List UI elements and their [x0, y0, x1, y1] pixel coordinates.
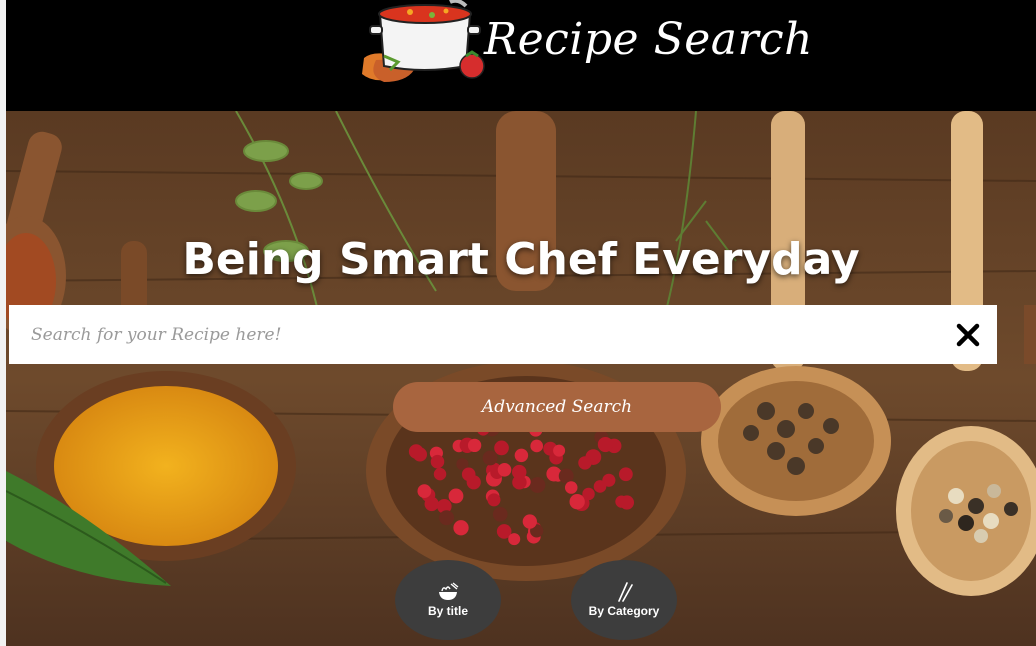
search-bar [9, 305, 997, 364]
site-header: Recipe Search [6, 0, 1036, 111]
spices-background-image [6, 111, 1036, 646]
browse-by-title-label: By title [427, 604, 468, 618]
site-title[interactable]: Recipe Search [484, 14, 813, 65]
hero-banner: Being Smart Chef Everyday Advanced Searc… [6, 111, 1036, 646]
noodle-bowl-icon [439, 582, 459, 600]
chopsticks-icon [618, 582, 633, 602]
browse-by-category-label: By Category [588, 604, 660, 618]
browse-by-title-button[interactable]: By title [395, 560, 501, 640]
browse-by-category-button[interactable]: By Category [571, 560, 677, 640]
hero-tagline: Being Smart Chef Everyday [182, 234, 860, 285]
advanced-search-button[interactable]: Advanced Search [393, 382, 721, 432]
soup-pot-icon [362, 0, 485, 82]
close-icon[interactable] [953, 320, 983, 350]
search-input[interactable] [9, 305, 939, 364]
search-submit-button[interactable] [1024, 305, 1036, 364]
